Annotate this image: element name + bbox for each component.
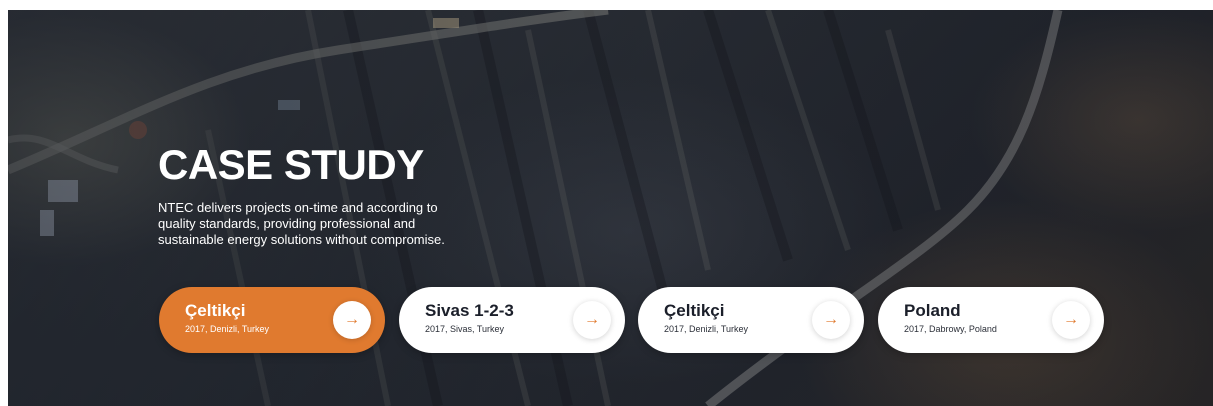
case-card-meta: 2017, Dabrowy, Poland [904,324,997,334]
arrow-right-icon[interactable]: → [812,301,850,339]
case-card-celtikci-2[interactable]: Çeltikçi 2017, Denizli, Turkey → [638,287,864,353]
arrow-right-icon[interactable]: → [1052,301,1090,339]
case-card-poland[interactable]: Poland 2017, Dabrowy, Poland → [878,287,1104,353]
case-card-meta: 2017, Denizli, Turkey [185,324,270,334]
case-card-meta: 2017, Sivas, Turkey [425,324,505,334]
case-card-title: Çeltikçi [185,301,246,320]
hero-description: NTEC delivers projects on-time and accor… [158,200,445,247]
arrow-right-icon[interactable]: → [333,301,371,339]
case-card-meta: 2017, Denizli, Turkey [664,324,749,334]
case-card-celtikci-1[interactable]: Çeltikçi 2017, Denizli, Turkey → [159,287,385,353]
case-card-title: Sivas 1-2-3 [425,301,514,320]
page-title: CASE STUDY [158,141,424,188]
arrow-right-icon[interactable]: → [573,301,611,339]
case-card-title: Çeltikçi [664,301,725,320]
case-card-sivas[interactable]: Sivas 1-2-3 2017, Sivas, Turkey → [399,287,625,353]
case-card-title: Poland [904,301,961,320]
